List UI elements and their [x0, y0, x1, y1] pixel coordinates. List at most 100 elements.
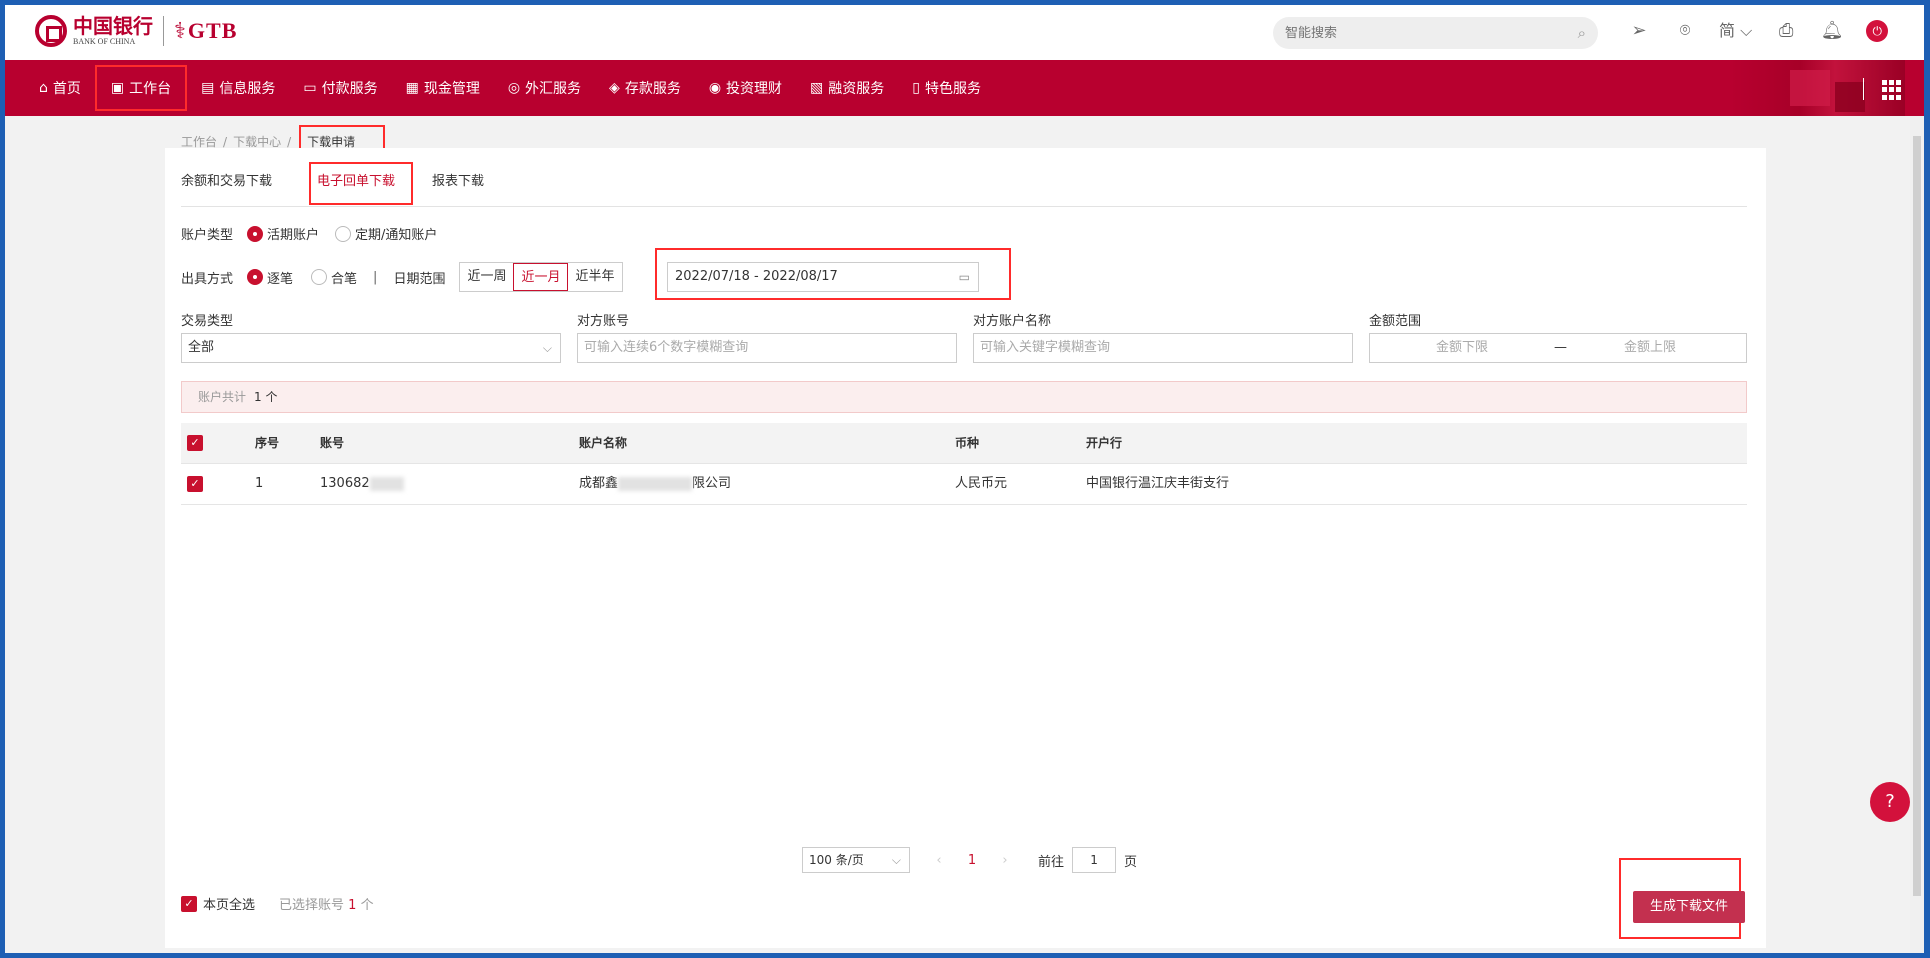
amount-max-input[interactable]: 金额上限	[1624, 334, 1676, 362]
header-currency: 币种	[955, 436, 980, 450]
nav-label: 融资服务	[828, 81, 885, 97]
nav-label: 信息服务	[219, 81, 276, 97]
logo-cn: 中国银行	[73, 14, 153, 38]
account-count-value: 1 个	[254, 390, 278, 404]
download-card: 余额和交易下载 电子回单下载 报表下载 账户类型 活期账户 定期/通知账户 出具…	[165, 148, 1766, 948]
radio-combined[interactable]	[311, 269, 328, 285]
chevron-down-icon: ⌵	[891, 853, 901, 867]
page-select-all-checkbox[interactable]: ✓	[181, 895, 197, 912]
date-range-value: 2022/07/18 - 2022/08/17	[675, 269, 838, 284]
nav-item-payment[interactable]: ▭ 付款服务	[289, 60, 391, 116]
trade-type-label: 交易类型	[181, 314, 234, 329]
breadcrumb-separator: /	[287, 134, 292, 149]
account-count-bar: 账户共计 1 个	[181, 381, 1747, 413]
bank-logo[interactable]: 中国银行 BANK OF CHINA ⚕ GTB	[35, 15, 237, 47]
trade-type-select[interactable]: 全部 ⌵	[181, 333, 561, 363]
row-checkbox[interactable]: ✓	[187, 476, 203, 492]
header-account: 账号	[320, 436, 345, 450]
chevron-down-icon: ⌵	[1735, 21, 1753, 40]
radio-label[interactable]: 定期/通知账户	[355, 224, 437, 243]
radio-itemized[interactable]	[247, 269, 264, 285]
tab-balance-download[interactable]: 余额和交易下载	[181, 170, 272, 189]
tab-report-download[interactable]: 报表下载	[432, 170, 484, 189]
tab-receipt-download[interactable]: 电子回单下载	[309, 162, 414, 205]
amount-range-label: 金额范围	[1369, 314, 1422, 329]
masked-name	[618, 476, 693, 491]
prev-page-icon[interactable]: ‹	[924, 853, 954, 868]
counter-account-label: 对方账号	[577, 314, 630, 329]
radio-label[interactable]: 逐笔	[267, 268, 293, 287]
page-unit: 页	[1124, 854, 1138, 870]
main-nav: ⌂ 首页 ▣ 工作台 ▤ 信息服务 ▭ 付款服务 ▦ 现金管理 ◎ 外汇服务 ◈ 存款服务 ◉…	[5, 60, 1924, 116]
search-box[interactable]: ⌕	[1273, 17, 1598, 49]
nav-item-workbench[interactable]: ▣ 工作台	[94, 65, 188, 111]
counter-name-input[interactable]: 可输入关键字模糊查询	[973, 333, 1353, 363]
search-input[interactable]	[1273, 17, 1543, 49]
current-page[interactable]: 1	[962, 853, 982, 868]
masked-account	[369, 476, 404, 491]
preset-week[interactable]: 近一周	[460, 263, 513, 291]
nav-item-finance[interactable]: ▧ 融资服务	[796, 60, 898, 116]
app-grid-icon[interactable]	[1882, 80, 1902, 100]
next-page-icon[interactable]: ›	[990, 853, 1020, 868]
nav-item-fx[interactable]: ◎ 外汇服务	[494, 60, 595, 116]
gtb-emblem-icon: ⚕	[174, 18, 186, 44]
date-range-input[interactable]: 2022/07/18 - 2022/08/17 ▭	[667, 262, 979, 292]
footer-select: ✓ 本页全选 已选择账号 1 个	[181, 894, 374, 913]
nav-label: 工作台	[129, 81, 172, 97]
goto-label: 前往	[1038, 854, 1065, 870]
nav-decoration	[1730, 60, 1905, 116]
logout-icon[interactable]: ⏻	[1866, 20, 1889, 42]
select-all-checkbox[interactable]: ✓	[187, 435, 203, 451]
page-scrollbar[interactable]	[1910, 116, 1924, 953]
nav-label: 特色服务	[925, 81, 981, 97]
preset-half-year[interactable]: 近半年	[568, 263, 621, 291]
account-name-prefix: 成都鑫	[579, 476, 619, 491]
radio-label[interactable]: 活期账户	[267, 224, 319, 243]
preset-month[interactable]: 近一月	[513, 263, 569, 291]
generate-file-button[interactable]: 生成下载文件	[1633, 891, 1745, 923]
nav-item-cash[interactable]: ▦ 现金管理	[392, 60, 494, 116]
nav-item-info[interactable]: ▤ 信息服务	[187, 60, 289, 116]
selected-count: 1	[348, 898, 357, 913]
nav-item-deposit[interactable]: ◈ 存款服务	[595, 60, 695, 116]
amount-min-input[interactable]: 金额下限	[1436, 334, 1488, 362]
row-bank: 中国银行温江庆丰街支行	[1086, 476, 1230, 491]
output-method-row: 出具方式 逐笔 合笔 | 日期范围 近一周 近一月 近半年	[181, 262, 623, 292]
nav-label: 首页	[52, 81, 81, 97]
print-icon[interactable]: ⎙	[1774, 19, 1798, 43]
radio-label[interactable]: 合笔	[331, 268, 357, 287]
page-select-all-label[interactable]: 本页全选	[203, 894, 255, 913]
radio-fixed-account[interactable]	[335, 225, 352, 242]
help-button[interactable]: ?	[1870, 782, 1910, 822]
nav-label: 存款服务	[624, 81, 681, 97]
location-icon[interactable]: ⌾	[1673, 19, 1697, 43]
header-account-name: 账户名称	[579, 436, 628, 450]
radio-current-account[interactable]	[247, 225, 264, 242]
tab-bar: 余额和交易下载 电子回单下载 报表下载	[165, 148, 1766, 208]
calendar-icon[interactable]: ▭	[959, 263, 970, 291]
deposit-icon: ◈	[609, 80, 620, 96]
page-size-value: 100 条/页	[809, 853, 864, 867]
trade-type-value: 全部	[188, 340, 215, 355]
page-size-select[interactable]: 100 条/页 ⌵	[802, 847, 910, 873]
header-index: 序号	[255, 436, 280, 450]
nav-item-home[interactable]: ⌂ 首页	[25, 60, 95, 116]
nav-item-special[interactable]: ▯ 特色服务	[898, 60, 995, 116]
account-type-label: 账户类型	[181, 228, 234, 243]
search-icon[interactable]: ⌕	[1578, 24, 1586, 42]
top-bar: 中国银行 BANK OF CHINA ⚕ GTB ⌕ ➢ ⌾ 简 ⌵ ⎙ 🔔︎ …	[5, 5, 1924, 60]
bell-icon[interactable]: 🔔︎	[1820, 19, 1844, 43]
account-name-suffix: 限公司	[692, 476, 732, 491]
selected-unit: 个	[360, 898, 374, 913]
table-row[interactable]: ✓ 1 130682 成都鑫 限公司 人民币元 中国银行温江庆丰街支行	[181, 463, 1747, 505]
send-icon[interactable]: ➢	[1627, 19, 1651, 43]
language-switch[interactable]: 简 ⌵	[1719, 19, 1752, 43]
dashboard-icon: ▣	[110, 80, 125, 96]
row-index: 1	[255, 476, 264, 491]
scrollbar-thumb[interactable]	[1913, 136, 1921, 896]
nav-item-invest[interactable]: ◉ 投资理财	[695, 60, 796, 116]
amount-range-input[interactable]: 金额下限 — 金额上限	[1369, 333, 1747, 363]
counter-account-input[interactable]: 可输入连续6个数字模糊查询	[577, 333, 957, 363]
goto-page-input[interactable]: 1	[1072, 847, 1117, 873]
